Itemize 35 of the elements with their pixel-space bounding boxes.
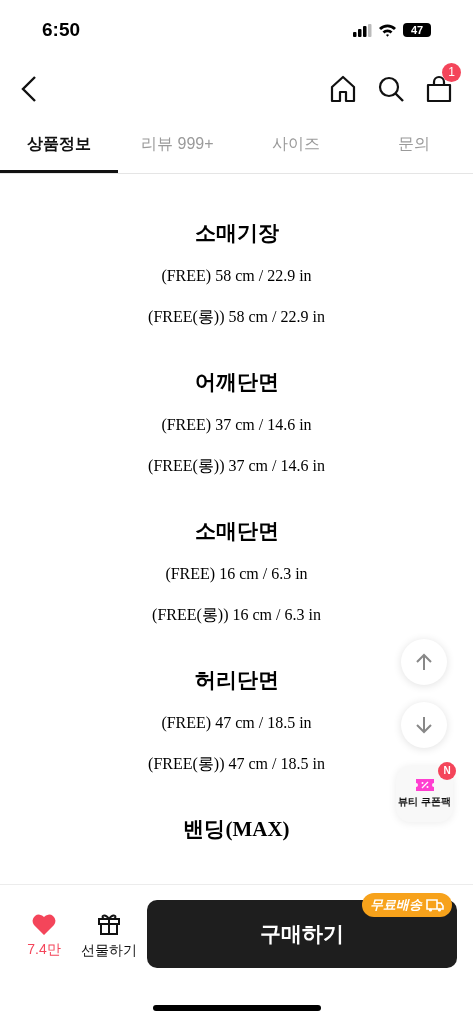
gift-label[interactable]: 선물하기: [80, 940, 137, 961]
measurement-text: (FREE(롱)) 37 cm / 14.6 in: [148, 456, 325, 477]
battery-indicator: 47: [403, 23, 431, 37]
coupon-icon: [415, 779, 434, 791]
measurement-text: (FREE(롱)) 16 cm / 6.3 in: [152, 605, 321, 626]
new-badge: N: [438, 762, 456, 780]
measurement-text: (FREE) 16 cm / 6.3 in: [165, 564, 308, 585]
search-icon[interactable]: [377, 75, 405, 103]
tab[interactable]: 상품정보: [0, 118, 119, 173]
heart-icon[interactable]: [31, 914, 56, 935]
section-heading: 소매단면: [194, 518, 279, 545]
home-icon[interactable]: [329, 75, 357, 103]
scroll-down-button[interactable]: [401, 702, 447, 748]
down-arrow-icon: [415, 716, 433, 734]
signal-icon: [353, 23, 372, 37]
measurement-text: (FREE) 47 cm / 18.5 in: [161, 713, 312, 734]
like-count: 7.4만: [27, 940, 61, 959]
gift-icon[interactable]: [96, 912, 121, 936]
measurement-text: (FREE) 37 cm / 14.6 in: [161, 415, 312, 436]
back-icon[interactable]: [20, 75, 38, 103]
section-heading: 소매기장: [194, 220, 279, 247]
measurement-text: (FREE(롱)) 47 cm / 18.5 in: [148, 754, 325, 775]
scroll-up-button[interactable]: [401, 639, 447, 685]
status-time: 6:50: [42, 17, 81, 42]
measurement-text: (FREE(롱)) 58 cm / 22.9 in: [148, 307, 325, 328]
free-shipping-badge: 무료배송: [362, 893, 452, 917]
truck-icon: [426, 898, 444, 912]
measurement-text: (FREE) 58 cm / 22.9 in: [161, 266, 312, 287]
shopping-bag-icon[interactable]: [425, 75, 453, 103]
section-heading: 어깨단면: [194, 369, 279, 396]
section-heading: 허리단면: [194, 667, 279, 694]
wifi-icon: [378, 23, 397, 37]
up-arrow-icon: [415, 653, 433, 671]
section-heading: 밴딩(MAX): [183, 816, 290, 842]
cart-count-badge: 1: [442, 63, 461, 82]
